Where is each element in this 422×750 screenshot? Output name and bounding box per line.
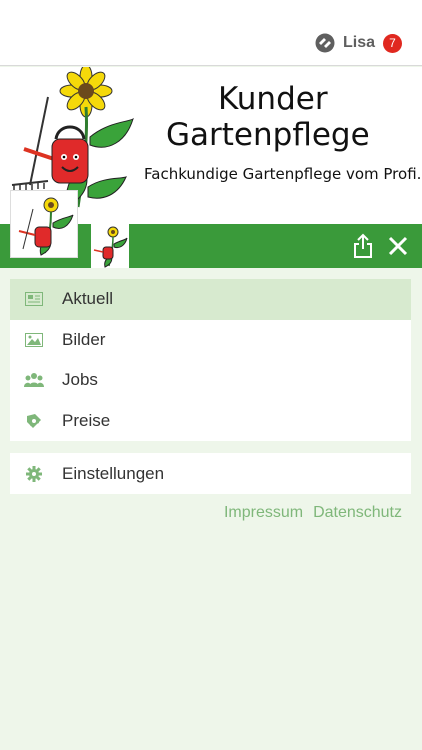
logo-thumbnail-small[interactable]	[91, 222, 129, 268]
logo-thumbnail-large[interactable]	[10, 190, 78, 258]
app-logo-icon	[315, 33, 335, 53]
menu-item-label: Jobs	[62, 370, 98, 390]
settings-label: Einstellungen	[62, 463, 165, 483]
image-icon	[24, 330, 44, 350]
company-tagline: Fachkundige Gartenpflege vom Profi.	[144, 165, 422, 183]
menu-item-preise[interactable]: Preise	[10, 401, 411, 442]
menu-item-label: Preise	[62, 410, 111, 430]
share-button[interactable]	[350, 232, 376, 260]
menu-item-bilder[interactable]: Bilder	[10, 320, 411, 361]
close-icon	[388, 236, 408, 256]
share-icon	[354, 233, 372, 258]
menu-item-jobs[interactable]: Jobs	[10, 360, 411, 401]
gear-icon	[24, 464, 44, 484]
price-tag-icon	[24, 411, 44, 431]
top-bar: Lisa 7	[0, 0, 422, 66]
user-menu[interactable]: Lisa 7	[315, 33, 402, 53]
menu-item-aktuell[interactable]: Aktuell	[10, 279, 411, 320]
close-button[interactable]	[386, 234, 410, 258]
people-icon	[24, 370, 44, 390]
garden-logo-mini-icon	[93, 226, 128, 268]
datenschutz-link[interactable]: Datenschutz	[313, 504, 402, 522]
user-name[interactable]: Lisa	[343, 34, 375, 52]
newspaper-icon	[24, 289, 44, 309]
company-title-line2: Gartenpflege	[166, 117, 370, 153]
footer-links: Impressum Datenschutz	[224, 504, 402, 522]
notification-badge[interactable]: 7	[383, 33, 402, 53]
menu-item-label: Bilder	[62, 329, 106, 349]
menu-item-label: Aktuell	[62, 289, 114, 309]
impressum-link[interactable]: Impressum	[224, 504, 303, 522]
company-title-line1: Kunder	[218, 81, 328, 117]
garden-logo-small-icon	[18, 197, 74, 256]
nav-menu: Aktuell Bilder Jobs Preise	[10, 279, 411, 441]
menu-item-einstellungen[interactable]: Einstellungen	[10, 453, 411, 494]
